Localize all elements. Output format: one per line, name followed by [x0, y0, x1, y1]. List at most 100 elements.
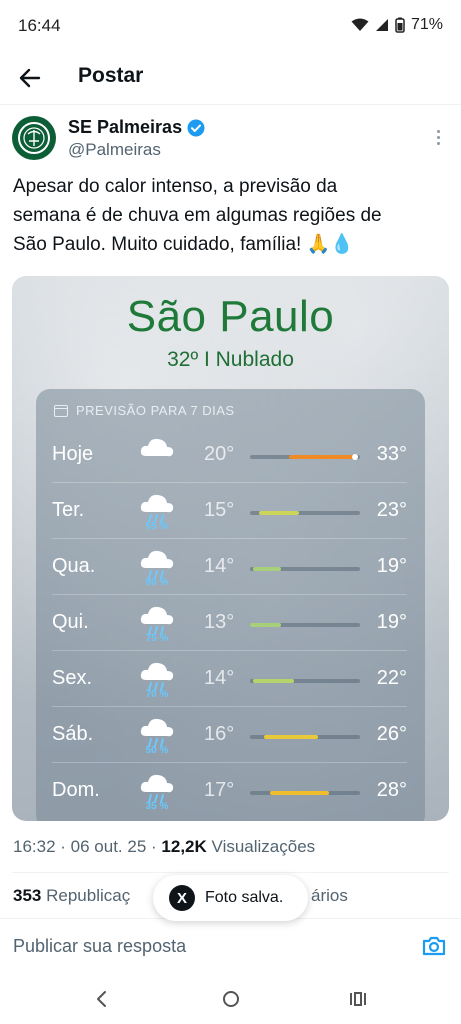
- reply-bar[interactable]: Publicar sua resposta: [0, 928, 461, 966]
- temperature-range-fill: [253, 567, 281, 571]
- forecast-high: 22°: [376, 667, 407, 689]
- forecast-high: 23°: [376, 499, 407, 521]
- avatar[interactable]: [12, 116, 56, 160]
- forecast-day: Ter.: [52, 499, 85, 521]
- forecast-high: 33°: [376, 443, 407, 465]
- forecast-low: 20°: [204, 443, 235, 465]
- forecast-low: 14°: [204, 555, 235, 577]
- forecast-low: 16°: [204, 723, 235, 745]
- forecast-high: 26°: [376, 723, 407, 745]
- reply-input[interactable]: Publicar sua resposta: [13, 936, 186, 957]
- temperature-range-bar: [250, 511, 360, 515]
- author-handle[interactable]: @Palmeiras: [68, 140, 161, 160]
- current-temp-dot: [351, 454, 358, 460]
- back-button[interactable]: [14, 62, 46, 94]
- nav-recents-icon[interactable]: [346, 987, 370, 1011]
- divider: [0, 104, 461, 105]
- temperature-range-fill: [258, 511, 300, 515]
- forecast-high: 19°: [376, 611, 407, 633]
- rain-chance: 35 %: [145, 801, 169, 812]
- page-title: Postar: [78, 64, 144, 87]
- calendar-icon: [54, 404, 68, 417]
- nav-home-icon[interactable]: [219, 987, 243, 1011]
- tweet-line: semana é de chuva em algumas regiões de: [13, 205, 382, 226]
- tweet-line: Apesar do calor intenso, a previsão da: [13, 176, 338, 197]
- more-options-icon[interactable]: [428, 122, 448, 152]
- rain-chance: 70 %: [145, 689, 169, 700]
- row-divider: [52, 650, 407, 651]
- temperature-range-bar: [250, 791, 360, 795]
- forecast-row: Hoje 20° 33°: [36, 426, 425, 482]
- temperature-range-bar: [250, 567, 360, 571]
- cloud-icon: [140, 438, 174, 457]
- app-bar: Postar: [0, 52, 461, 102]
- row-divider: [52, 762, 407, 763]
- tweet-text: Apesar do calor intenso, a previsão da s…: [13, 172, 449, 259]
- tweet-stats: 353 Republicaç ários: [13, 886, 348, 906]
- forecast-row: Qua. 80 % 14° 19°: [36, 538, 425, 594]
- separator: ·: [151, 837, 162, 856]
- weather-current: 32º I Nublado: [167, 348, 294, 371]
- forecast-high: 28°: [376, 779, 407, 801]
- forecast-row: Ter. 55 % 15° 23°: [36, 482, 425, 538]
- weather-city: São Paulo: [126, 292, 335, 341]
- battery-icon: [395, 17, 405, 33]
- forecast-row: Sáb. 50 % 16° 26°: [36, 706, 425, 762]
- tweet-time: 16:32: [13, 837, 56, 856]
- rain-chance: 55 %: [145, 521, 169, 532]
- forecast-day: Sáb.: [52, 723, 94, 745]
- toast-notification: X Foto salva.: [153, 875, 308, 921]
- temperature-range-bar: [250, 735, 360, 739]
- temperature-range-fill: [250, 623, 281, 627]
- reposts-count[interactable]: 353: [13, 886, 41, 905]
- status-time: 16:44: [18, 16, 61, 35]
- forecast-low: 14°: [204, 667, 235, 689]
- forecast-day: Sex.: [52, 667, 93, 689]
- forecast-high: 19°: [376, 555, 407, 577]
- x-logo-icon: X: [169, 885, 195, 911]
- separator: ·: [60, 837, 71, 856]
- row-divider: [52, 482, 407, 483]
- stats-label-partial[interactable]: ários: [311, 886, 348, 906]
- system-nav-bar: [0, 975, 461, 1024]
- status-bar: 16:44 71%: [0, 0, 461, 52]
- views-label: Visualizações: [211, 837, 316, 856]
- author-name-text: SE Palmeiras: [68, 117, 183, 137]
- forecast-row: Sex. 70 % 14° 22°: [36, 650, 425, 706]
- row-divider: [52, 594, 407, 595]
- battery-level: 71%: [410, 16, 443, 33]
- forecast-day: Qui.: [52, 611, 89, 633]
- rain-chance: 50 %: [145, 745, 169, 756]
- palmeiras-crest-icon: [18, 122, 50, 154]
- status-icons: 71%: [351, 16, 443, 34]
- row-divider: [52, 538, 407, 539]
- tweet-date: 06 out. 25: [70, 837, 147, 856]
- camera-icon[interactable]: [421, 934, 447, 958]
- rain-chance: 80 %: [145, 577, 169, 588]
- temperature-range-fill: [264, 735, 319, 739]
- nav-back-icon[interactable]: [90, 987, 114, 1011]
- reposts-label[interactable]: Republicaç: [46, 886, 130, 905]
- forecast-header: PREVISÃO PARA 7 DIAS: [54, 403, 235, 418]
- temperature-range-fill: [288, 455, 355, 459]
- tweet-image[interactable]: São Paulo 32º I Nublado PREVISÃO PARA 7 …: [12, 276, 449, 821]
- forecast-row: Qui. 75 % 13° 19°: [36, 594, 425, 650]
- tweet-author: SE Palmeiras @Palmeiras: [12, 116, 448, 166]
- views-count: 12,2K: [161, 837, 207, 856]
- tweet-meta: 16:32 · 06 out. 25 · 12,2K Visualizações: [13, 837, 315, 857]
- forecast-title: PREVISÃO PARA 7 DIAS: [76, 403, 235, 418]
- forecast-panel: PREVISÃO PARA 7 DIAS Hoje 20° 33° Ter. 55 % 1…: [36, 389, 425, 821]
- forecast-low: 15°: [204, 499, 235, 521]
- forecast-low: 17°: [204, 779, 235, 801]
- wifi-icon: [351, 18, 369, 31]
- temperature-range-fill: [253, 679, 294, 683]
- temperature-range-bar: [250, 454, 360, 460]
- author-name[interactable]: SE Palmeiras: [68, 117, 205, 138]
- forecast-day: Hoje: [52, 443, 94, 465]
- rain-chance: 75 %: [145, 633, 169, 644]
- row-divider: [52, 706, 407, 707]
- divider: [12, 872, 449, 873]
- temperature-range-fill: [269, 791, 330, 795]
- tweet-line: São Paulo. Muito cuidado, família! 🙏💧: [13, 234, 354, 255]
- forecast-day: Qua.: [52, 555, 96, 577]
